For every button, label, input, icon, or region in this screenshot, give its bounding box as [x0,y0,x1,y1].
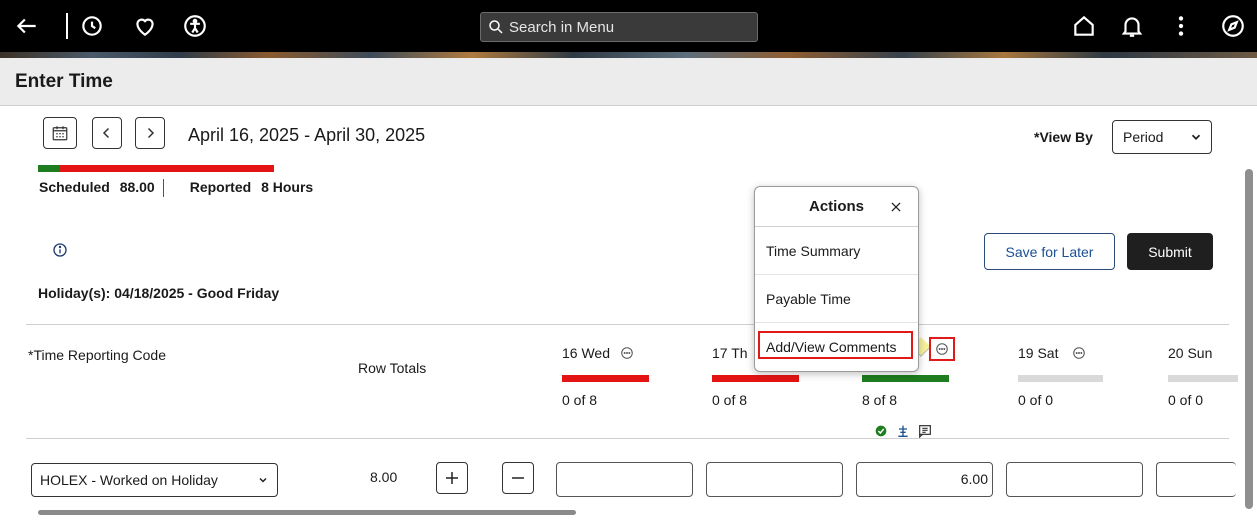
topbar-divider [66,13,68,39]
time-input-19-sat[interactable] [1006,462,1143,497]
view-by-dropdown[interactable]: Period [1112,120,1212,154]
action-add-view-comments[interactable]: Add/View Comments [755,323,918,371]
previous-period-button[interactable] [92,117,122,149]
comment-ellipsis-icon [936,343,948,355]
reported-label: Reported [189,179,252,195]
minus-icon [512,477,524,479]
add-row-button[interactable] [436,462,468,494]
row-total-value: 8.00 [370,469,398,485]
search-icon [489,20,503,34]
actions-popover-title: Actions [808,198,864,215]
day-column-20-sun: 20 Sun 0 of 0 [1168,345,1238,408]
day-column-19-sat: 19 Sat 0 of 0 [1018,345,1138,408]
schedule-summary: Scheduled 88.00 Reported 8 Hours [39,179,314,198]
period-range: April 16, 2025 - April 30, 2025 [188,125,426,145]
day-comment-icon[interactable] [620,346,634,360]
divider [26,438,1229,439]
time-input-17-thu[interactable] [706,462,843,497]
day-status-bar [1018,375,1103,382]
comment-icon[interactable] [917,423,933,439]
day-status-bar [562,375,649,382]
home-icon[interactable] [1069,11,1099,41]
reported-value: 8 Hours [261,179,314,195]
horizontal-scrollbar[interactable] [30,509,1230,517]
view-by-selected: Period [1123,129,1164,145]
calendar-button[interactable] [43,117,77,149]
plus-icon [446,472,458,484]
day-label: 20 Sun [1168,345,1213,361]
time-input-18-fri[interactable]: 6.00 [856,462,993,497]
vertical-scrollbar[interactable] [1243,107,1255,521]
day-status-bar [712,375,799,382]
actions-popover-header: Actions [755,187,918,227]
summary-divider [162,179,164,198]
top-navigation-bar [0,0,1257,58]
day-label: 17 Th [712,345,748,361]
holiday-icon[interactable] [895,423,911,439]
day-total: 0 of 0 [1168,392,1204,408]
view-by-label: *View By [1034,129,1093,145]
time-input-20-sun[interactable] [1156,462,1236,497]
divider [26,324,1229,325]
day-total: 0 of 8 [712,392,748,408]
delete-row-button[interactable] [502,462,534,494]
history-clock-icon[interactable] [77,11,107,41]
action-label: Payable Time [766,290,851,307]
next-period-button[interactable] [135,117,165,149]
action-label: Time Summary [766,242,861,259]
reported-progress-bar [38,165,60,172]
approved-check-icon [875,425,887,437]
calendar-icon [52,126,68,141]
navigator-compass-icon[interactable] [1218,11,1248,41]
search-menu-field[interactable] [480,12,758,42]
favorites-heart-icon[interactable] [130,11,160,41]
holiday-notice: Holiday(s): 04/18/2025 - Good Friday [38,285,280,301]
chevron-down-icon [1191,134,1201,140]
time-input-16-wed[interactable] [556,462,693,497]
scheduled-value: 88.00 [119,179,155,195]
chevron-left-icon [102,127,110,139]
info-icon[interactable] [52,242,68,258]
day-status-bar [862,375,949,382]
horizontal-scroll-thumb[interactable] [38,510,576,515]
action-time-summary[interactable]: Time Summary [755,227,918,275]
day-column-16-wed: 16 Wed 0 of 8 [562,345,682,408]
time-reporting-code-header: *Time Reporting Code [28,347,166,363]
more-actions-kebab-icon[interactable] [1166,11,1196,41]
search-input[interactable] [509,18,749,36]
submit-button[interactable]: Submit [1127,233,1213,270]
action-payable-time[interactable]: Payable Time [755,275,918,323]
scheduled-label: Scheduled [39,179,110,195]
vertical-scroll-thumb[interactable] [1245,169,1253,509]
page-title: Enter Time [15,71,113,92]
day-total: 8 of 8 [862,392,898,408]
actions-popover: Actions Time Summary Payable Time Add/Vi… [754,186,919,372]
day-total: 0 of 8 [562,392,598,408]
chevron-down-icon [259,477,267,483]
save-for-later-button[interactable]: Save for Later [984,233,1115,270]
chevron-right-icon [147,127,155,139]
day-label: 16 Wed [562,345,610,361]
day-18-comment-button[interactable] [929,337,955,361]
trc-selected: HOLEX - Worked on Holiday [40,472,218,488]
accessibility-icon[interactable] [180,11,210,41]
highlight-box [758,331,913,359]
close-icon[interactable] [889,200,903,214]
day-status-bar [1168,375,1238,382]
time-reporting-code-dropdown[interactable]: HOLEX - Worked on Holiday [31,463,278,497]
unreported-progress-bar [60,165,274,172]
notifications-bell-icon[interactable] [1117,11,1147,41]
day-total: 0 of 0 [1018,392,1054,408]
enter-time-content: April 16, 2025 - April 30, 2025 Schedule… [0,107,1257,521]
day-comment-icon[interactable] [1072,346,1086,360]
row-totals-header: Row Totals [358,360,427,376]
back-arrow-icon[interactable] [12,11,42,41]
day-label: 19 Sat [1018,345,1059,361]
day-status-icons [873,423,933,439]
page-title-bar: Enter Time [0,58,1257,106]
